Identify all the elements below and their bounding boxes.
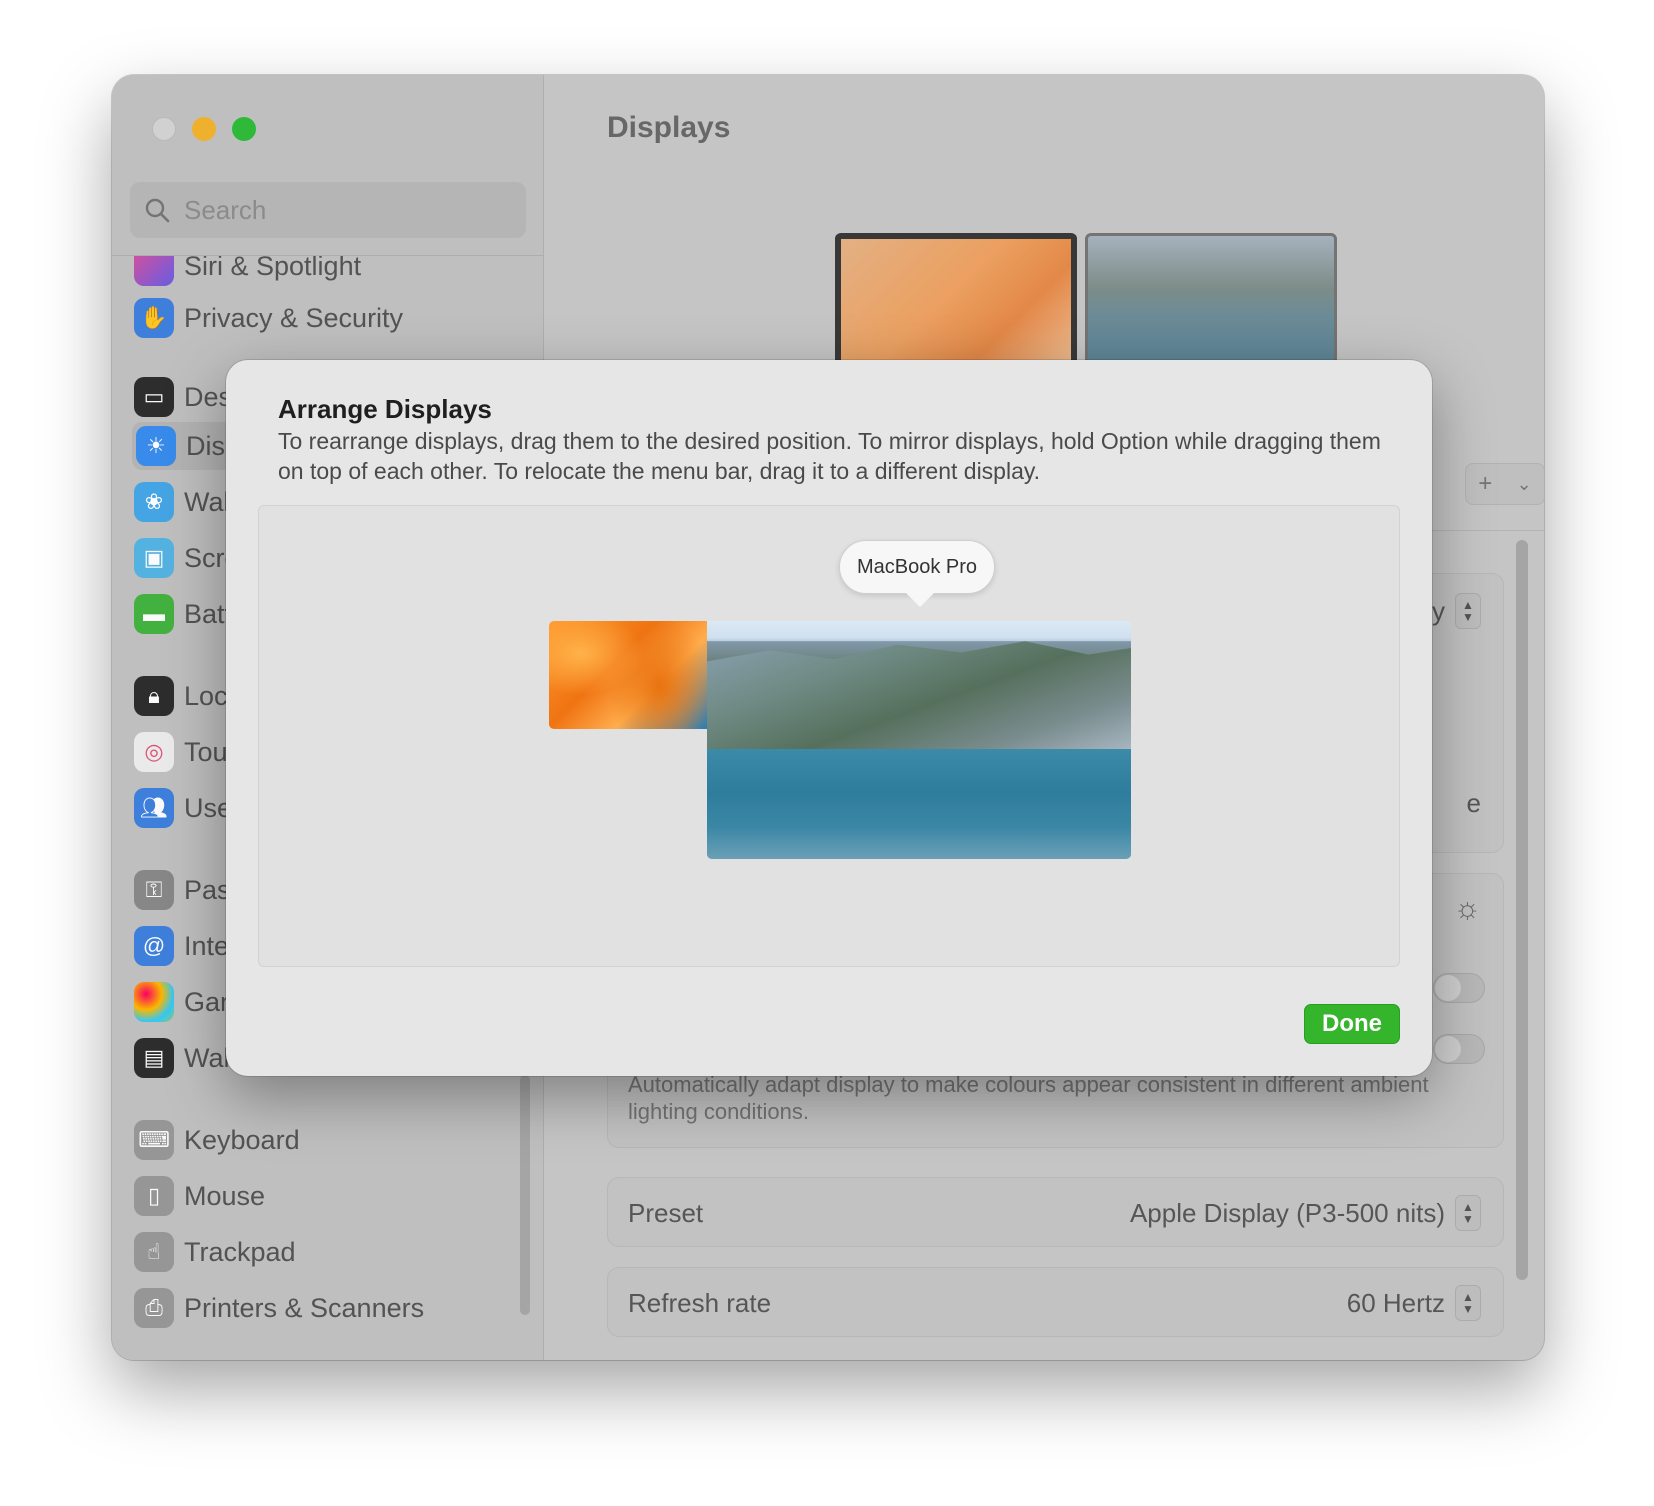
wallpaper-lake — [707, 749, 1131, 859]
done-button[interactable]: Done — [1304, 1004, 1400, 1044]
display-name-tooltip: MacBook Pro — [839, 540, 995, 607]
sheet-description: To rearrange displays, drag them to the … — [278, 428, 1381, 484]
arrange-displays-sheet: Arrange Displays To rearrange displays, … — [226, 360, 1432, 1076]
wallpaper-mountain — [707, 641, 1131, 751]
display-arrangement-area: MacBook Pro — [258, 505, 1400, 967]
sheet-title: Arrange Displays — [278, 394, 492, 424]
menu-bar-indicator[interactable] — [707, 621, 1131, 641]
macbook-pro-display[interactable] — [549, 621, 707, 729]
external-display[interactable] — [707, 621, 1131, 859]
